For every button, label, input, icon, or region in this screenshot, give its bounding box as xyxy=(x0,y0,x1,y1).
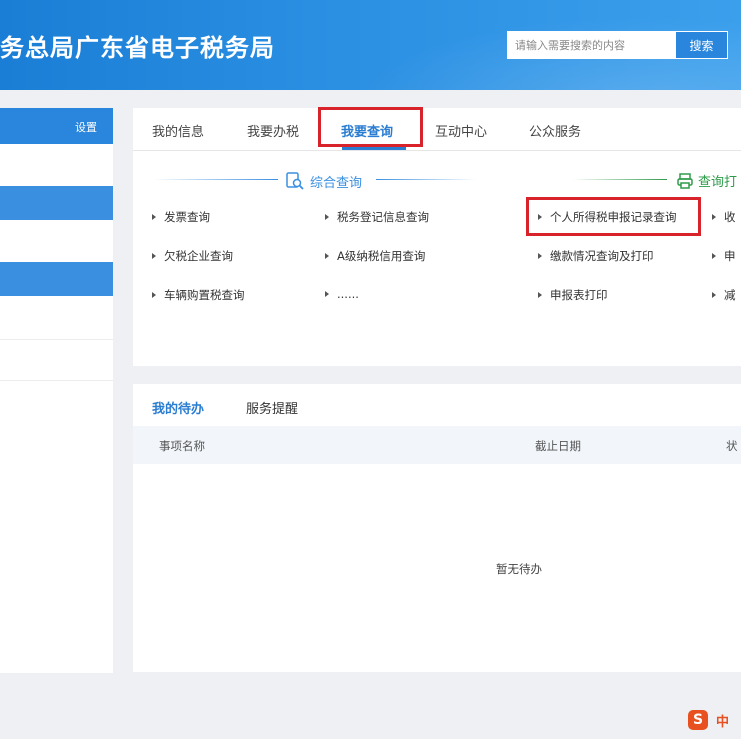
section-divider-left xyxy=(153,179,278,180)
column-header-deadline: 截止日期 xyxy=(535,439,581,453)
triangle-right-icon xyxy=(538,214,542,220)
tab-query[interactable]: 我要查询 xyxy=(341,121,393,140)
tab-public-service[interactable]: 公众服务 xyxy=(529,121,581,140)
query-link-personal-income-tax-record[interactable]: 个人所得税申报记录查询 xyxy=(538,209,677,225)
triangle-right-icon xyxy=(538,253,542,259)
triangle-right-icon xyxy=(152,292,156,298)
sidebar-item[interactable] xyxy=(0,220,113,262)
tab-my-info[interactable]: 我的信息 xyxy=(152,121,204,140)
query-link-declaration-print[interactable]: 申报表打印 xyxy=(538,287,608,303)
search-button[interactable]: 搜索 xyxy=(675,31,728,59)
tab-interaction-center[interactable]: 互动中心 xyxy=(435,121,487,140)
input-method-indicator[interactable]: S 中 xyxy=(688,708,729,732)
query-link-col4-row3[interactable]: 减 xyxy=(712,287,736,303)
section-title-general-query: 综合查询 xyxy=(285,171,362,191)
section-title-query-print: 查询打 xyxy=(676,171,737,190)
sidebar: 设置 xyxy=(0,108,113,673)
query-link-payment-print[interactable]: 缴款情况查询及打印 xyxy=(538,248,654,264)
column-header-status: 状 xyxy=(726,439,738,453)
triangle-right-icon xyxy=(712,253,716,259)
sidebar-divider xyxy=(0,380,113,381)
section-title-text: 查询打 xyxy=(698,175,738,190)
main-tabs: 我的信息 我要办税 我要查询 互动中心 公众服务 xyxy=(133,108,741,151)
tab-tax-handling[interactable]: 我要办税 xyxy=(247,121,299,140)
triangle-right-icon xyxy=(152,214,156,220)
query-link-more[interactable]: ...... xyxy=(325,287,359,301)
search-box: 搜索 xyxy=(507,31,728,59)
triangle-right-icon xyxy=(712,292,716,298)
printer-icon xyxy=(677,172,693,189)
ime-language-label: 中 xyxy=(716,714,730,730)
triangle-right-icon xyxy=(325,291,329,297)
todo-table-header: 事项名称 截止日期 状 xyxy=(133,426,741,464)
query-link-a-credit[interactable]: A级纳税信用查询 xyxy=(325,248,425,264)
query-panel: 我的信息 我要办税 我要查询 互动中心 公众服务 综合查询 查询打 发票查询 税… xyxy=(133,107,741,366)
query-link-col4-row1[interactable]: 收 xyxy=(712,209,736,225)
site-header: 务总局广东省电子税务局 搜索 xyxy=(0,0,741,90)
tab-service-reminder[interactable]: 服务提醒 xyxy=(246,398,298,417)
sidebar-divider xyxy=(0,339,113,340)
empty-state-text: 暂无待办 xyxy=(496,562,542,576)
query-link-invoice[interactable]: 发票查询 xyxy=(152,209,210,225)
section-divider-right xyxy=(376,179,476,180)
sidebar-header: 设置 xyxy=(0,108,113,144)
site-title: 务总局广东省电子税务局 xyxy=(0,34,275,62)
triangle-right-icon xyxy=(152,253,156,259)
triangle-right-icon xyxy=(325,253,329,259)
active-tab-underline xyxy=(342,147,406,150)
section-divider-green xyxy=(573,179,667,180)
sidebar-settings-link[interactable]: 设置 xyxy=(75,119,97,135)
section-title-text: 综合查询 xyxy=(310,175,363,191)
triangle-right-icon xyxy=(538,292,542,298)
sogou-logo-icon: S xyxy=(688,710,708,730)
sidebar-item[interactable] xyxy=(0,144,113,186)
sidebar-item[interactable] xyxy=(0,262,113,296)
sidebar-item[interactable] xyxy=(0,186,113,220)
query-link-tax-registration[interactable]: 税务登记信息查询 xyxy=(325,209,429,225)
query-link-tax-arrears[interactable]: 欠税企业查询 xyxy=(152,248,233,264)
magnifier-document-icon xyxy=(286,172,304,190)
tab-my-todo[interactable]: 我的待办 xyxy=(152,398,204,417)
query-link-vehicle-tax[interactable]: 车辆购置税查询 xyxy=(152,287,245,303)
query-link-col4-row2[interactable]: 申 xyxy=(712,248,736,264)
triangle-right-icon xyxy=(325,214,329,220)
todo-panel: 我的待办 服务提醒 事项名称 截止日期 状 暂无待办 xyxy=(133,384,741,672)
search-input[interactable] xyxy=(507,31,675,59)
column-header-item-name: 事项名称 xyxy=(159,439,205,453)
triangle-right-icon xyxy=(712,214,716,220)
